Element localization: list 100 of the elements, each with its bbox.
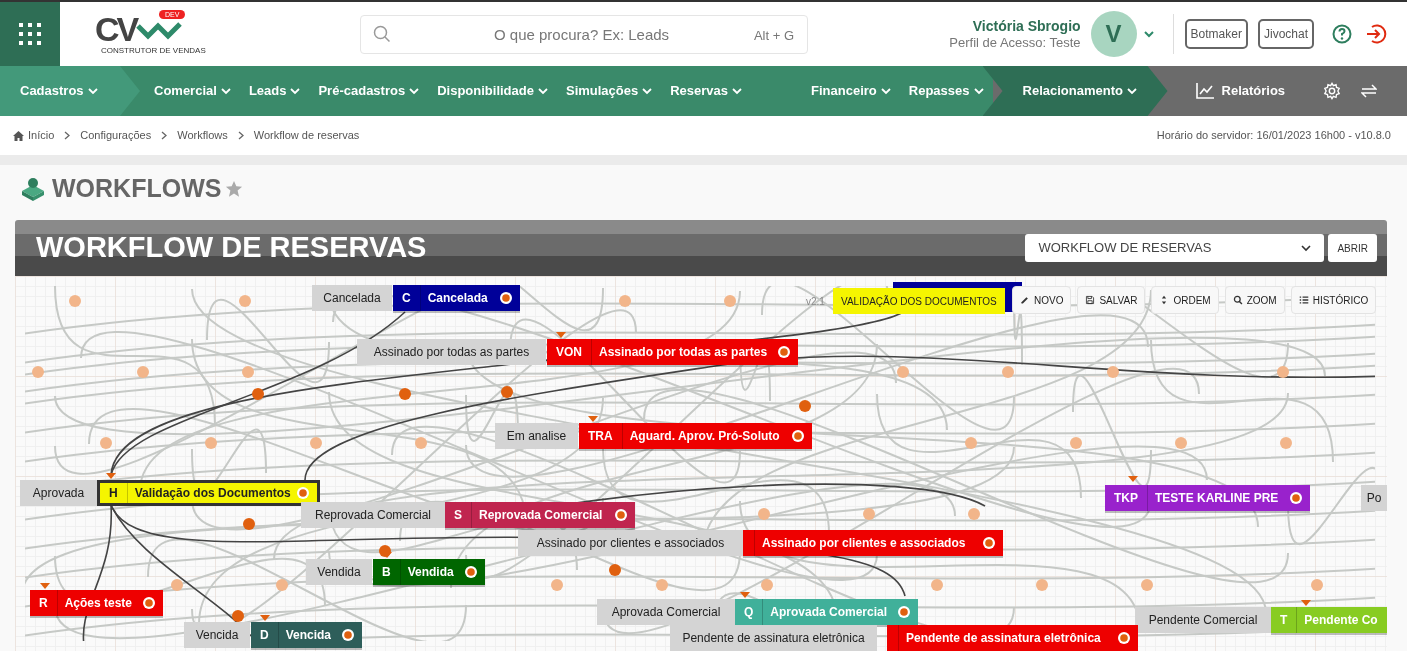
workflow-node[interactable]: R Ações teste xyxy=(30,590,163,616)
nav-menu-item[interactable]: Cadastros xyxy=(0,66,140,116)
connector-handle-icon[interactable] xyxy=(863,508,875,520)
workflow-node[interactable]: Pendente de assinatura eletrônica xyxy=(887,625,1138,651)
connector-handle-icon[interactable] xyxy=(1277,366,1289,378)
handle-icon[interactable] xyxy=(464,565,478,579)
connector-handle-icon[interactable] xyxy=(761,579,773,591)
connector-handle-icon[interactable] xyxy=(310,437,322,449)
connector-handle-icon[interactable] xyxy=(619,295,631,307)
handle-icon[interactable] xyxy=(499,291,513,305)
workflow-node[interactable]: TRA Aguard. Aprov. Pró-Soluto xyxy=(579,423,812,449)
connector-handle-icon[interactable] xyxy=(1107,366,1119,378)
apps-menu-button[interactable] xyxy=(0,2,60,66)
connector-handle-icon[interactable] xyxy=(758,508,770,520)
nav-menu-item[interactable]: Disponibilidade xyxy=(428,66,557,116)
chevron-right-icon xyxy=(161,131,168,140)
handle-icon[interactable] xyxy=(791,429,805,443)
connector-handle-icon[interactable] xyxy=(931,579,943,591)
connector-handle-icon[interactable] xyxy=(501,386,513,398)
handle-icon[interactable] xyxy=(341,628,355,642)
connector-handle-icon[interactable] xyxy=(242,366,254,378)
chevron-down-icon[interactable] xyxy=(1142,30,1155,38)
connector-handle-icon[interactable] xyxy=(551,579,563,591)
connector-handle-icon[interactable] xyxy=(609,564,621,576)
nav-menu-item[interactable]: Financeiro xyxy=(751,66,900,116)
connector-handle-icon[interactable] xyxy=(1280,437,1292,449)
handle-icon[interactable] xyxy=(614,508,628,522)
breadcrumb-link[interactable]: Workflows xyxy=(177,127,228,144)
connector-handle-icon[interactable] xyxy=(399,388,411,400)
user-avatar[interactable]: V xyxy=(1090,11,1137,57)
toolbar-button[interactable]: HISTÓRICO xyxy=(1290,286,1377,314)
breadcrumb-link[interactable]: Início xyxy=(28,127,55,144)
breadcrumb-link[interactable]: Configurações xyxy=(80,127,152,144)
logout-icon[interactable] xyxy=(1365,23,1387,45)
workflow-node[interactable]: TKP TESTE KARLINE PRE xyxy=(1105,485,1310,511)
connector-handle-icon[interactable] xyxy=(1036,579,1048,591)
connector-handle-icon[interactable] xyxy=(799,400,811,412)
money-box-icon xyxy=(20,177,46,201)
swap-icon[interactable] xyxy=(1361,84,1378,98)
connector-handle-icon[interactable] xyxy=(415,437,427,449)
nav-menu-item[interactable]: Relacionamento xyxy=(982,66,1168,116)
connector-handle-icon[interactable] xyxy=(276,579,288,591)
header-button[interactable]: Botmaker xyxy=(1184,19,1248,49)
workflow-node[interactable]: D Vencida xyxy=(251,622,362,648)
nav-menu-item[interactable]: Simulações xyxy=(556,66,662,116)
connector-handle-icon[interactable] xyxy=(100,437,112,449)
workflow-node[interactable]: S Reprovada Comercial xyxy=(445,502,635,528)
workflow-node[interactable]: Assinado por clientes e associados xyxy=(743,530,1003,556)
star-icon[interactable] xyxy=(225,180,244,198)
handle-icon[interactable] xyxy=(1117,631,1131,645)
nav-menu-item[interactable]: Reservas xyxy=(661,66,752,116)
handle-icon[interactable] xyxy=(897,605,911,619)
settings-icon[interactable] xyxy=(1323,82,1342,100)
workflow-node[interactable]: VON Assinado por todas as partes xyxy=(547,339,798,365)
node-name: Aguard. Aprov. Pró-Soluto xyxy=(629,428,780,445)
workflow-select[interactable]: WORKFLOW DE RESERVAS xyxy=(1025,234,1325,262)
workflow-node[interactable]: C Cancelada xyxy=(393,285,520,311)
node-name: Reprovada Comercial xyxy=(479,507,603,524)
help-icon[interactable] xyxy=(1332,24,1352,44)
connector-handle-icon[interactable] xyxy=(32,366,44,378)
toolbar-button[interactable]: SALVAR xyxy=(1077,286,1146,314)
workflow-node[interactable]: H Validação dos Documentos xyxy=(97,480,320,506)
chevron-down-icon xyxy=(537,87,548,95)
header-button[interactable]: Jivochat xyxy=(1257,19,1314,49)
connector-handle-icon[interactable] xyxy=(1175,437,1187,449)
nav-menu-item[interactable]: Pré-cadastros xyxy=(309,66,429,116)
nav-menu-item[interactable]: Comercial xyxy=(120,66,240,116)
node-name: TESTE KARLINE PRE xyxy=(1155,490,1279,507)
handle-icon[interactable] xyxy=(982,536,996,550)
toolbar-button[interactable]: ZOOM xyxy=(1224,286,1285,314)
connector-handle-icon[interactable] xyxy=(239,295,251,307)
list-icon xyxy=(1298,295,1309,305)
connector-handle-icon[interactable] xyxy=(243,518,255,530)
nav-menu-item[interactable]: Leads xyxy=(239,66,310,116)
open-button[interactable]: ABRIR xyxy=(1328,234,1377,262)
connector-handle-icon[interactable] xyxy=(965,437,977,449)
connector-handle-icon[interactable] xyxy=(252,388,264,400)
handle-icon[interactable] xyxy=(777,345,791,359)
connector-handle-icon[interactable] xyxy=(656,579,668,591)
connector-handle-icon[interactable] xyxy=(1311,579,1323,591)
handle-icon[interactable] xyxy=(296,486,310,500)
handle-icon[interactable] xyxy=(1289,491,1303,505)
connector-handle-icon[interactable] xyxy=(205,437,217,449)
connector-handle-icon[interactable] xyxy=(724,295,736,307)
connector-handle-icon[interactable] xyxy=(171,579,183,591)
chevron-down-icon xyxy=(973,87,984,95)
connector-handle-icon[interactable] xyxy=(137,366,149,378)
connector-handle-icon[interactable] xyxy=(1070,437,1082,449)
connector-handle-icon[interactable] xyxy=(897,366,909,378)
connector-handle-icon[interactable] xyxy=(232,610,244,622)
connector-handle-icon[interactable] xyxy=(968,508,980,520)
toolbar-button[interactable]: ORDEM xyxy=(1151,286,1219,314)
state-label: Aprovada Comercial xyxy=(597,599,735,625)
toolbar-button[interactable]: NOVO xyxy=(1012,286,1072,314)
handle-icon[interactable] xyxy=(142,596,156,610)
connector-handle-icon[interactable] xyxy=(69,295,81,307)
workflow-node[interactable]: B Vendida xyxy=(373,559,485,585)
connector-handle-icon[interactable] xyxy=(1002,366,1014,378)
nav-menu-item[interactable]: Repasses xyxy=(899,66,993,116)
connector-handle-icon[interactable] xyxy=(1141,579,1153,591)
